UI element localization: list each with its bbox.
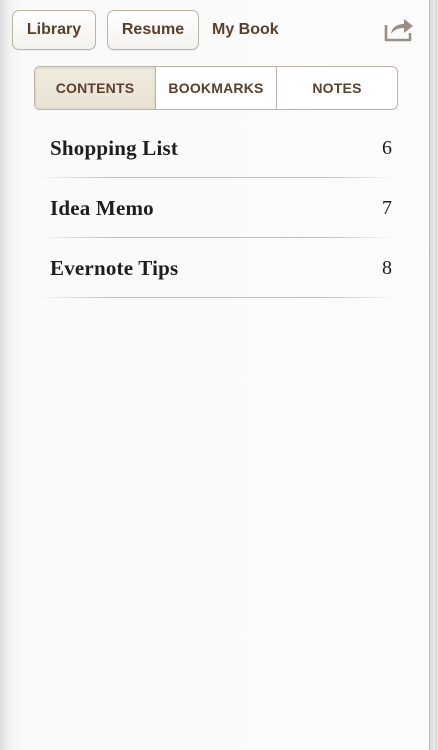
page-stack-edge — [432, 0, 435, 750]
row-divider — [38, 297, 396, 298]
contents-item-page: 6 — [382, 136, 392, 159]
contents-item[interactable]: Shopping List 6 — [38, 118, 396, 178]
contents-item-page: 8 — [382, 256, 392, 279]
contents-item-title: Evernote Tips — [50, 255, 179, 280]
tab-notes[interactable]: NOTES — [276, 67, 397, 109]
library-button-label: Library — [26, 21, 82, 38]
tab-notes-label: NOTES — [312, 80, 362, 96]
tab-contents-label: CONTENTS — [55, 80, 135, 96]
contents-item[interactable]: Evernote Tips 8 — [38, 238, 396, 298]
contents-item[interactable]: Idea Memo 7 — [38, 178, 396, 238]
share-button[interactable] — [383, 14, 415, 44]
book-page: Library Resume My Book CONTENTS BOOKMARK… — [0, 0, 429, 750]
tab-contents[interactable]: CONTENTS — [35, 67, 155, 109]
contents-item-title: Shopping List — [50, 135, 179, 160]
contents-item-page: 7 — [382, 196, 392, 219]
top-toolbar: Library Resume My Book — [12, 10, 415, 52]
contents-list: Shopping List 6 Idea Memo 7 Evernote Tip… — [38, 118, 396, 298]
page-stack-edge — [429, 0, 432, 750]
resume-button[interactable]: Resume — [107, 10, 199, 50]
contents-item-title: Idea Memo — [50, 195, 154, 220]
tab-bookmarks[interactable]: BOOKMARKS — [155, 67, 276, 109]
view-tabs: CONTENTS BOOKMARKS NOTES — [34, 66, 398, 110]
library-button[interactable]: Library — [12, 10, 96, 50]
tab-bookmarks-label: BOOKMARKS — [168, 80, 264, 96]
resume-button-label: Resume — [121, 21, 185, 38]
book-title: My Book — [212, 21, 279, 38]
share-arrow-icon — [384, 19, 413, 42]
